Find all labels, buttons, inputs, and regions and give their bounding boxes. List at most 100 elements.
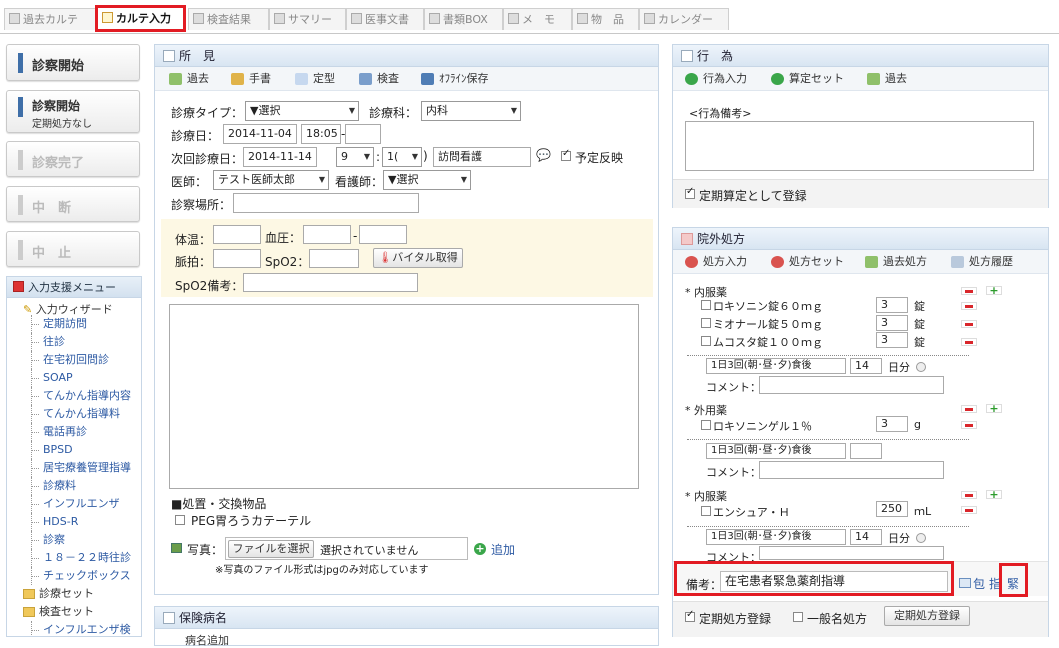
date-input[interactable]: 2014-11-04 <box>223 124 297 144</box>
reflect-checkbox[interactable] <box>561 148 571 161</box>
drug-qty-input[interactable]: 3 <box>876 315 908 331</box>
menu-item[interactable]: チェックボックス <box>7 567 141 585</box>
regular-prescription-checkbox[interactable] <box>685 609 695 622</box>
comment-input[interactable] <box>759 461 944 479</box>
regular-billing-checkbox[interactable] <box>685 186 695 199</box>
add-disease-tab[interactable]: 病名追加 <box>185 632 229 648</box>
refresh-icon[interactable] <box>916 533 926 543</box>
menu-item[interactable]: てんかん指導内容 <box>7 387 141 405</box>
start-consultation-button[interactable]: 診察開始 <box>6 44 140 81</box>
start-consultation-no-regular-button[interactable]: 診察開始 定期処方なし <box>6 90 140 133</box>
procedure-past-button[interactable]: 過去 <box>867 70 907 88</box>
offline-save-button[interactable]: ｵﾌﾗｲﾝ保存 <box>421 70 489 88</box>
menu-folder[interactable]: 検査セット <box>7 603 141 621</box>
remove-drug-icon[interactable] <box>961 302 977 310</box>
remove-drug-icon[interactable] <box>961 506 977 514</box>
time-end-input[interactable] <box>345 124 381 144</box>
handwrite-button[interactable]: 手書 <box>231 70 271 88</box>
drug-checkbox[interactable] <box>701 318 711 328</box>
prescription-set-button[interactable]: 処方セット <box>771 253 844 271</box>
pause-button[interactable]: 中 断 <box>6 186 140 222</box>
peg-checkbox[interactable] <box>175 515 185 525</box>
drug-qty-input[interactable]: 3 <box>876 332 908 348</box>
generic-name-checkbox[interactable] <box>793 612 803 622</box>
pulse-input[interactable] <box>213 249 261 268</box>
usage-input[interactable]: 1日3回(朝･昼･夕)食後 <box>706 529 846 545</box>
drug-checkbox[interactable] <box>701 420 711 430</box>
drug-qty-input[interactable]: 3 <box>876 297 908 313</box>
comment-icon[interactable]: 💬 <box>536 148 551 162</box>
tab-lab-results[interactable]: 検査結果 <box>188 8 269 30</box>
menu-folder[interactable]: 診療セット <box>7 585 141 603</box>
drug-qty-input[interactable]: 3 <box>876 416 908 432</box>
next-hour-select[interactable]: 9 <box>336 147 374 167</box>
tab-goods[interactable]: 物 品 <box>572 8 639 30</box>
findings-textarea[interactable] <box>169 304 639 489</box>
comment-add-icon[interactable] <box>959 578 971 588</box>
comment-input[interactable] <box>759 376 944 394</box>
billing-set-button[interactable]: 算定セット <box>771 70 844 88</box>
menu-item[interactable]: SOAP <box>7 369 141 387</box>
place-input[interactable] <box>233 193 419 213</box>
tab-medical-docs[interactable]: 医事文書 <box>346 8 424 30</box>
add-drug-icon[interactable]: + <box>986 403 1002 414</box>
tab-karte-input[interactable]: カルテ入力 <box>95 5 186 32</box>
spo2-input[interactable] <box>309 249 359 268</box>
nurse-select[interactable]: ▼選択 <box>383 170 471 190</box>
menu-item[interactable]: 往診 <box>7 333 141 351</box>
menu-item[interactable]: インフルエンザ検 <box>7 621 141 636</box>
days-input[interactable]: 14 <box>850 529 882 545</box>
tab-past-karte[interactable]: 過去カルテ <box>4 8 99 30</box>
time-start-input[interactable]: 18:05 <box>301 124 341 144</box>
remove-drug-icon[interactable] <box>961 421 977 429</box>
tab-document-box[interactable]: 書類BOX <box>424 8 503 30</box>
bp-systolic-input[interactable] <box>303 225 351 244</box>
remove-group-icon[interactable] <box>961 405 977 413</box>
menu-item[interactable]: インフルエンザ <box>7 495 141 513</box>
days-input[interactable]: 14 <box>850 358 882 374</box>
remove-drug-icon[interactable] <box>961 320 977 328</box>
drug-checkbox[interactable] <box>701 506 711 516</box>
menu-item[interactable]: 診療料 <box>7 477 141 495</box>
complete-consultation-button[interactable]: 診察完了 <box>6 141 140 177</box>
menu-item[interactable]: １８－２２時往診 <box>7 549 141 567</box>
comment-input[interactable] <box>759 546 944 560</box>
days-input[interactable] <box>850 443 882 459</box>
prescription-input-button[interactable]: 処方入力 <box>685 253 747 271</box>
menu-item[interactable]: BPSD <box>7 441 141 459</box>
choose-file-button[interactable]: ファイルを選択 <box>228 540 314 558</box>
past-button[interactable]: 過去 <box>169 70 209 88</box>
menu-item[interactable]: 電話再診 <box>7 423 141 441</box>
stop-button[interactable]: 中 止 <box>6 231 140 267</box>
tab-calendar[interactable]: カレンダー <box>639 8 729 30</box>
next-date-input[interactable]: 2014-11-14 <box>243 147 317 167</box>
remove-group-icon[interactable] <box>961 491 977 499</box>
bp-diastolic-input[interactable] <box>359 225 407 244</box>
next-minute-select[interactable]: 1( <box>382 147 422 167</box>
doctor-select[interactable]: テスト医師太郎 <box>213 170 329 190</box>
menu-item[interactable]: てんかん指導料 <box>7 405 141 423</box>
refresh-icon[interactable] <box>916 362 926 372</box>
menu-item[interactable]: 診察 <box>7 531 141 549</box>
usage-input[interactable]: 1日3回(朝･昼･夕)食後 <box>706 443 846 459</box>
procedure-input-button[interactable]: 行為入力 <box>685 70 747 88</box>
add-photo-link[interactable]: 追加 <box>491 541 515 558</box>
menu-item[interactable]: 居宅療養管理指導 <box>7 459 141 477</box>
add-icon[interactable]: + <box>474 543 486 555</box>
template-button[interactable]: 定型 <box>295 70 335 88</box>
temp-input[interactable] <box>213 225 261 244</box>
tab-memo[interactable]: メ モ <box>503 8 572 30</box>
remove-drug-icon[interactable] <box>961 338 977 346</box>
procedure-note-textarea[interactable] <box>685 121 1034 171</box>
menu-item[interactable]: 定期訪問 <box>7 315 141 333</box>
menu-item[interactable]: 在宅初回問診 <box>7 351 141 369</box>
add-drug-icon[interactable]: + <box>986 285 1002 296</box>
remove-group-icon[interactable] <box>961 287 977 295</box>
prescription-history-button[interactable]: 処方履歴 <box>951 253 1013 271</box>
past-prescription-button[interactable]: 過去処方 <box>865 253 927 271</box>
drug-qty-input[interactable]: 250 <box>876 501 908 517</box>
exam-button[interactable]: 検査 <box>359 70 399 88</box>
spo2-note-input[interactable] <box>243 273 418 292</box>
next-service-input[interactable]: 訪問看護 <box>433 147 531 167</box>
dept-select[interactable]: 内科 <box>421 101 521 121</box>
